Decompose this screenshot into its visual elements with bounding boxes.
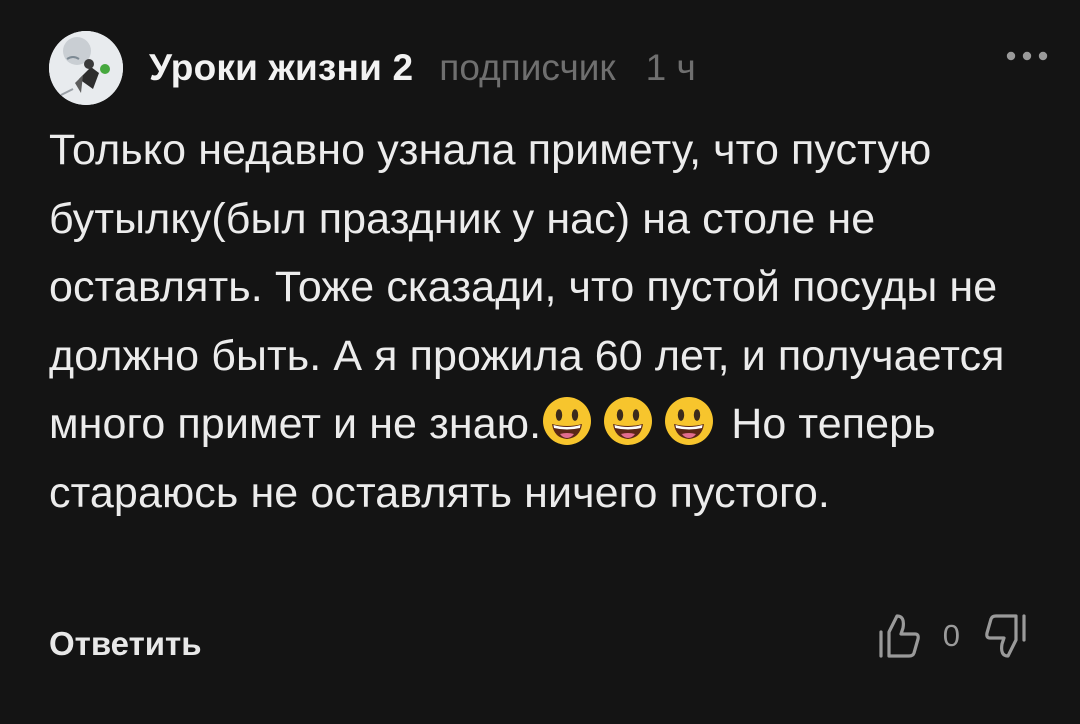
reply-button[interactable]: Ответить (49, 625, 202, 663)
emoji-group (541, 397, 731, 448)
author-role: подписчик (439, 47, 616, 88)
more-horizontal-icon[interactable] (1003, 48, 1051, 64)
vote-score: 0 (942, 618, 960, 653)
author-name[interactable]: Уроки жизни 2 (149, 47, 413, 89)
avatar-image (49, 31, 123, 105)
comment-header: Уроки жизни 2 подписчик 1 ч (49, 30, 1049, 106)
vote-actions: 0 (875, 604, 1030, 668)
thumbs-up-icon[interactable] (875, 610, 923, 662)
comment-time: 1 ч (645, 47, 696, 88)
avatar[interactable] (49, 31, 123, 105)
grinning-face-icon (665, 397, 714, 445)
comment-text: Только недавно узнала примету, что пусту… (49, 116, 1039, 527)
grinning-face-icon (604, 397, 653, 445)
comment-card: Уроки жизни 2 подписчик 1 ч Только недав… (0, 0, 1080, 724)
thumbs-down-icon[interactable] (982, 610, 1030, 662)
grinning-face-icon (543, 397, 592, 445)
